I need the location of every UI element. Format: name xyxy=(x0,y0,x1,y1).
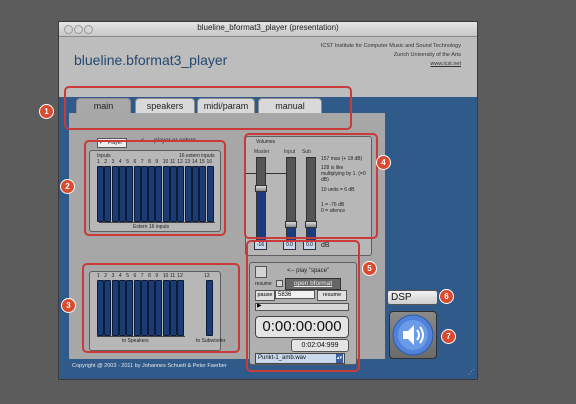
title-bar[interactable]: blueline_bformat3_player (presentation) xyxy=(59,22,477,37)
annotation-box-volumes xyxy=(244,133,378,239)
annotation-box-player xyxy=(246,240,360,372)
speaker-icon xyxy=(392,314,434,356)
institute-name: ICST Institute for Computer Music and So… xyxy=(320,43,461,49)
badge-5: 5 xyxy=(362,261,377,276)
window-title: blueline_bformat3_player (presentation) xyxy=(197,23,339,32)
badge-4: 4 xyxy=(376,155,391,170)
annotation-box-inputs xyxy=(84,140,226,236)
badge-2: 2 xyxy=(60,179,75,194)
university-name: Zurich University of the Arts xyxy=(393,52,461,58)
badge-1: 1 xyxy=(39,104,54,119)
annotation-box-outputs xyxy=(82,263,240,353)
speaker-button[interactable] xyxy=(389,311,437,359)
dsp-button[interactable]: DSP xyxy=(387,290,438,305)
annotation-box-tabs xyxy=(64,86,352,130)
resize-grip-icon[interactable]: ⋰ xyxy=(468,369,475,376)
website-link[interactable]: www.icst.net xyxy=(321,60,461,69)
app-title: blueline.bformat3_player xyxy=(74,52,228,68)
institute-info: ICST Institute for Computer Music and So… xyxy=(321,42,461,69)
badge-3: 3 xyxy=(61,298,76,313)
copyright: Copyright @ 2003 - 2011 by Johannes Schu… xyxy=(72,363,227,369)
badge-7: 7 xyxy=(441,329,456,344)
badge-6: 6 xyxy=(439,289,454,304)
